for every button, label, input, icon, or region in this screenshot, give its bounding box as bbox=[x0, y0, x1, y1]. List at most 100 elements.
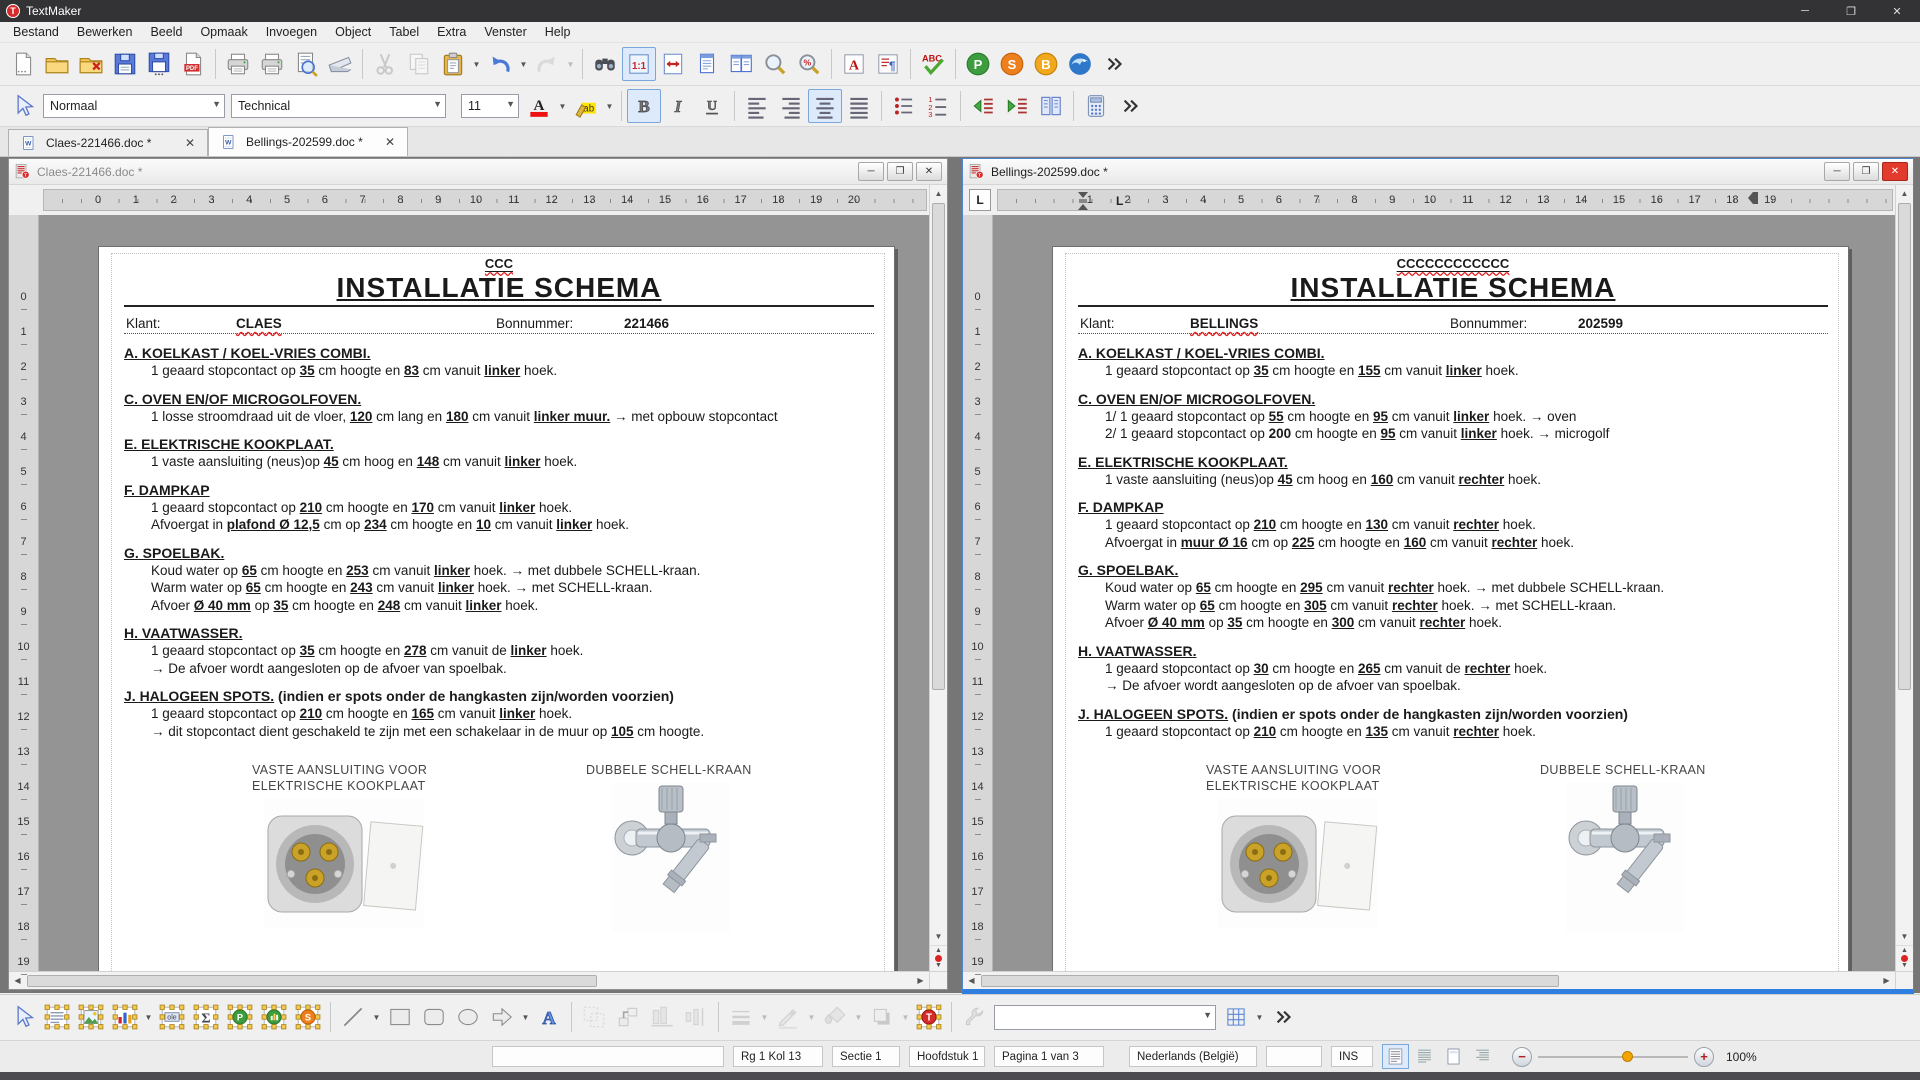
copy-button[interactable] bbox=[402, 47, 436, 81]
page-text-area[interactable]: CCCINSTALLATIE SCHEMAKlant:CLAESBonnumme… bbox=[111, 253, 885, 971]
minimize-icon[interactable]: ─ bbox=[858, 162, 884, 181]
vertical-ruler[interactable]: 012345678910111213141516171819 bbox=[9, 215, 39, 971]
open-document-button[interactable] bbox=[40, 47, 74, 81]
grid-settings-button[interactable] bbox=[1219, 1000, 1253, 1034]
columns-button[interactable] bbox=[1034, 89, 1068, 123]
bullet-list-button[interactable] bbox=[887, 89, 921, 123]
zoom-slider[interactable] bbox=[1538, 1056, 1688, 1058]
save-button[interactable] bbox=[108, 47, 142, 81]
find-button[interactable] bbox=[588, 47, 622, 81]
draw-line-button[interactable] bbox=[336, 1000, 370, 1034]
font-color-button[interactable]: A bbox=[522, 89, 556, 123]
document-tab-0[interactable]: WClaes-221466.doc *✕ bbox=[8, 129, 208, 156]
insert-textart-button[interactable]: A bbox=[532, 1000, 566, 1034]
draw-autoshape-button[interactable] bbox=[485, 1000, 519, 1034]
horizontal-scroll-thumb[interactable] bbox=[27, 975, 597, 987]
close-icon[interactable]: ✕ bbox=[1874, 0, 1920, 22]
view-two-pages-button[interactable] bbox=[724, 47, 758, 81]
vertical-scrollbar[interactable]: ▲▼▲▼ bbox=[1895, 185, 1913, 971]
scroll-left-icon[interactable]: ◀ bbox=[9, 976, 26, 985]
basicmaker-button[interactable]: B bbox=[1029, 47, 1063, 81]
chevron-down-icon[interactable]: ▼ bbox=[556, 89, 569, 123]
calculate-button[interactable] bbox=[1079, 89, 1113, 123]
print-preview-button[interactable] bbox=[289, 47, 323, 81]
chevron-down-icon[interactable]: ▼ bbox=[142, 1000, 155, 1034]
insert-formula-button[interactable]: Σ bbox=[189, 1000, 223, 1034]
paragraph-dialog-button[interactable]: ¶ bbox=[871, 47, 905, 81]
toolbar-overflow-button[interactable] bbox=[1113, 89, 1147, 123]
indent-marker[interactable] bbox=[1078, 192, 1088, 212]
zoom-slider-handle[interactable] bbox=[1622, 1051, 1633, 1062]
restore-icon[interactable]: ❐ bbox=[1828, 0, 1874, 22]
group-objects-button[interactable] bbox=[577, 1000, 611, 1034]
chevron-down-icon[interactable]: ▼ bbox=[470, 47, 483, 81]
document-canvas[interactable]: CCCINSTALLATIE SCHEMAKlant:CLAESBonnumme… bbox=[39, 215, 929, 971]
increase-indent-button[interactable] bbox=[1000, 89, 1034, 123]
horizontal-scroll-thumb[interactable] bbox=[981, 975, 1559, 987]
minimize-icon[interactable]: ─ bbox=[1824, 162, 1850, 181]
zoom-button[interactable] bbox=[758, 47, 792, 81]
insert-presentation-button[interactable]: S bbox=[291, 1000, 325, 1034]
vertical-scrollbar[interactable]: ▲ ▼ ▲ ▼ bbox=[929, 185, 947, 971]
chevron-down-icon[interactable]: ▼ bbox=[519, 1000, 532, 1034]
zoom-percent-button[interactable]: % bbox=[792, 47, 826, 81]
zoom-actual-size-button[interactable]: 1:1 bbox=[622, 47, 656, 81]
font-size-select[interactable]: 11▼ bbox=[461, 94, 519, 118]
object-properties-button[interactable] bbox=[957, 1000, 991, 1034]
browse-next-icon[interactable]: ▼ bbox=[1901, 963, 1908, 969]
document-page[interactable]: CCCCCCCCCCCCINSTALLATIE SCHEMAKlant:BELL… bbox=[1052, 246, 1849, 971]
toolbar-overflow-button[interactable] bbox=[1097, 47, 1131, 81]
right-indent-marker[interactable] bbox=[1748, 192, 1758, 207]
textmaker-object-button[interactable]: T bbox=[912, 1000, 946, 1034]
chevron-down-icon[interactable]: ▼ bbox=[517, 47, 530, 81]
browse-next-icon[interactable]: ▼ bbox=[935, 963, 942, 969]
draw-rounded-rectangle-button[interactable] bbox=[417, 1000, 451, 1034]
close-icon[interactable]: ✕ bbox=[1882, 162, 1908, 181]
browse-previous-icon[interactable]: ▲ bbox=[1901, 948, 1908, 954]
insert-planmaker-chart-button[interactable] bbox=[257, 1000, 291, 1034]
new-document-button[interactable] bbox=[6, 47, 40, 81]
presentations-button[interactable]: S bbox=[995, 47, 1029, 81]
quick-print-button[interactable] bbox=[255, 47, 289, 81]
document-tab-1[interactable]: WBellings-202599.doc *✕ bbox=[208, 127, 408, 156]
chevron-down-icon[interactable]: ▼ bbox=[805, 1000, 818, 1034]
scroll-up-icon[interactable]: ▲ bbox=[930, 185, 947, 202]
align-right-button[interactable] bbox=[774, 89, 808, 123]
vertical-ruler[interactable]: 012345678910111213141516171819 bbox=[963, 215, 993, 971]
view-master-button[interactable] bbox=[1411, 1044, 1438, 1069]
scroll-up-icon[interactable]: ▲ bbox=[1896, 185, 1913, 202]
close-icon[interactable]: ✕ bbox=[916, 162, 942, 181]
cut-button[interactable] bbox=[368, 47, 402, 81]
view-normal-button[interactable] bbox=[1382, 1044, 1409, 1069]
character-dialog-button[interactable]: A bbox=[837, 47, 871, 81]
draw-rectangle-button[interactable] bbox=[383, 1000, 417, 1034]
document-page[interactable]: CCCINSTALLATIE SCHEMAKlant:CLAESBonnumme… bbox=[98, 246, 895, 971]
browse-select-icon[interactable] bbox=[935, 955, 942, 962]
font-name-select[interactable]: Technical▼ bbox=[231, 94, 446, 118]
line-style-button[interactable] bbox=[724, 1000, 758, 1034]
view-one-page-button[interactable] bbox=[690, 47, 724, 81]
browse-previous-icon[interactable]: ▲ bbox=[935, 948, 942, 954]
scroll-right-icon[interactable]: ▶ bbox=[1878, 976, 1895, 985]
print-button[interactable] bbox=[221, 47, 255, 81]
align-objects-button[interactable] bbox=[645, 1000, 679, 1034]
restore-icon[interactable]: ❐ bbox=[1853, 162, 1879, 181]
chevron-down-icon[interactable]: ▼ bbox=[1253, 1000, 1266, 1034]
page-text-area[interactable]: CCCCCCCCCCCCINSTALLATIE SCHEMAKlant:BELL… bbox=[1065, 253, 1839, 971]
menu-invoegen[interactable]: Invoegen bbox=[257, 23, 326, 41]
distribute-objects-button[interactable] bbox=[679, 1000, 713, 1034]
tab-type-selector[interactable]: L bbox=[969, 189, 991, 211]
close-icon[interactable]: ✕ bbox=[185, 136, 195, 150]
redo-button[interactable] bbox=[530, 47, 564, 81]
insert-text-frame-button[interactable] bbox=[40, 1000, 74, 1034]
scroll-down-icon[interactable]: ▼ bbox=[930, 928, 947, 945]
child-window-titlebar[interactable]: TBellings-202599.doc *─❐✕ bbox=[963, 159, 1913, 185]
align-justify-button[interactable] bbox=[842, 89, 876, 123]
restore-icon[interactable]: ❐ bbox=[887, 162, 913, 181]
vertical-scroll-thumb[interactable] bbox=[932, 203, 945, 690]
shadow-style-button[interactable] bbox=[865, 1000, 899, 1034]
tab-stop-marker[interactable]: L bbox=[1116, 194, 1123, 208]
scroll-left-icon[interactable]: ◀ bbox=[963, 976, 980, 985]
menu-bestand[interactable]: Bestand bbox=[4, 23, 68, 41]
chevron-down-icon[interactable]: ▼ bbox=[758, 1000, 771, 1034]
